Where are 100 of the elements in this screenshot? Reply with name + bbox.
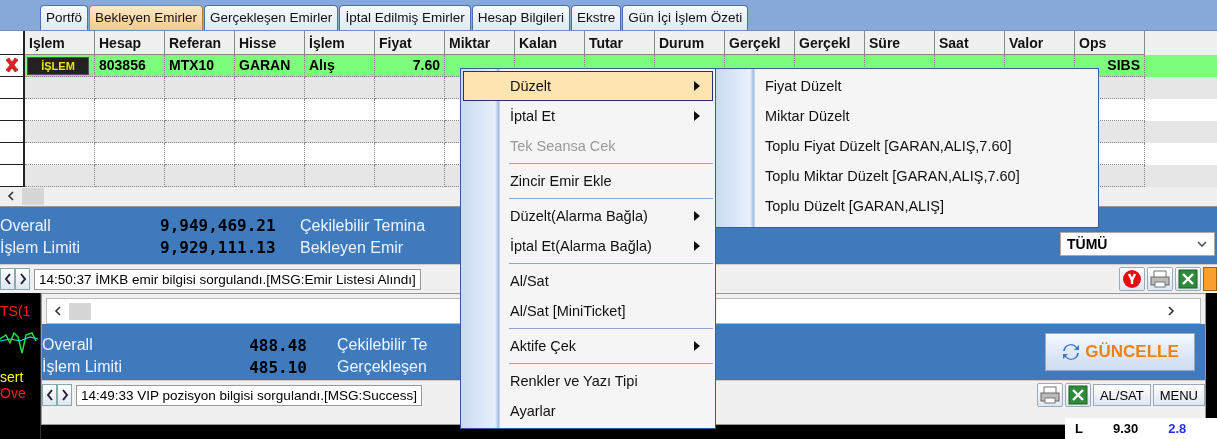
table-cell: [95, 164, 165, 187]
menu-item[interactable]: Toplu Fiyat Düzelt [GARAN,ALIŞ,7.60]: [718, 131, 1096, 161]
column-header[interactable]: Valor: [1005, 30, 1075, 55]
tab[interactable]: Gerçekleşen Emirler: [204, 4, 339, 30]
summary-label: Overall: [0, 216, 52, 235]
summary-label: İşlem Limiti: [42, 358, 123, 376]
summary-label: Çekilebilir Temina: [300, 216, 426, 235]
table-cell: [165, 164, 235, 187]
chart-label: TS(1: [0, 303, 32, 319]
scroll-left-icon[interactable]: [53, 306, 63, 316]
status-message: 14:49:33 VIP pozisyon bilgisi sorgulandı.[MSG:Success]: [76, 384, 422, 406]
toolbar-tab[interactable]: [1203, 267, 1217, 292]
table-cell: [95, 76, 165, 99]
column-header[interactable]: Durum: [655, 30, 725, 55]
table-cell: 803856: [95, 54, 165, 77]
table-cell: [305, 142, 375, 165]
menu-item[interactable]: Toplu Düzelt [GARAN,ALIŞ]: [718, 191, 1096, 221]
column-header[interactable]: Süre: [865, 30, 935, 55]
table-cell: [25, 142, 95, 165]
menu-item[interactable]: Toplu Miktar Düzelt [GARAN,ALIŞ,7.60]: [718, 161, 1096, 191]
summary-value: 488.48: [248, 335, 307, 355]
printer-icon[interactable]: [1147, 267, 1173, 292]
quote-value: 9.30: [1112, 421, 1139, 436]
table-cell: [235, 120, 305, 143]
chevron-right-icon: [18, 273, 27, 286]
menu-item[interactable]: İptal Et: [463, 101, 713, 131]
summary-label: Çekilebilir Te: [337, 336, 428, 354]
status-message: 14:50:37 İMKB emir bilgisi sorgulandı.[MSG:Emir Listesi Alındı]: [34, 268, 421, 290]
row-header: [0, 120, 25, 143]
menu-item[interactable]: Düzelt: [463, 71, 713, 101]
next-button[interactable]: [57, 384, 72, 406]
scrollbar-thumb[interactable]: [22, 187, 44, 205]
menu-item[interactable]: Ayarlar: [463, 396, 713, 426]
column-header[interactable]: Kalan: [515, 30, 585, 55]
column-header[interactable]: Fiyat: [375, 30, 445, 55]
summary-value: 485.10: [248, 357, 307, 377]
column-header[interactable]: Saat: [935, 30, 1005, 55]
table-cell: [165, 142, 235, 165]
summary-label: Gerçekleşen: [337, 358, 427, 376]
table-cell: [235, 76, 305, 99]
column-header[interactable]: Ops: [1075, 30, 1145, 55]
delete-icon[interactable]: [3, 57, 20, 74]
table-cell: [305, 164, 375, 187]
action-button[interactable]: İŞLEM: [27, 56, 89, 75]
toolbar-button[interactable]: AL/SAT: [1092, 384, 1151, 406]
quote-value: 2.8: [1168, 421, 1187, 436]
tab[interactable]: Bekleyen Emirler: [89, 4, 204, 30]
scroll-right-icon[interactable]: [1166, 306, 1176, 316]
menu-item[interactable]: Aktife Çek: [463, 331, 713, 361]
table-cell: GARAN: [235, 54, 305, 77]
summary-value: 9,929,111.13: [160, 238, 277, 258]
table-cell: 7.60: [375, 54, 445, 77]
table-cell: [95, 98, 165, 121]
table-cell: [165, 98, 235, 121]
tab[interactable]: Portfö: [40, 4, 89, 30]
chevron-left-icon: [3, 273, 12, 286]
table-cell: [25, 164, 95, 187]
tab[interactable]: Gün İçi İşlem Özeti: [622, 4, 749, 30]
next-button[interactable]: [15, 268, 30, 291]
scrollbar-thumb[interactable]: [69, 302, 91, 320]
column-header[interactable]: Gerçekl: [795, 30, 865, 55]
chart-label: sert: [0, 369, 25, 385]
column-header[interactable]: Miktar: [445, 30, 515, 55]
table-cell: Alış: [305, 54, 375, 77]
column-header[interactable]: Hesap: [95, 30, 165, 55]
tab[interactable]: Ekstre: [570, 4, 622, 30]
table-cell: [165, 120, 235, 143]
quote-label: L: [1075, 421, 1083, 436]
table-cell: [25, 98, 95, 121]
table-cell: [25, 120, 95, 143]
column-header[interactable]: İşlem: [305, 30, 375, 55]
column-header[interactable]: Gerçekl: [725, 30, 795, 55]
table-cell: MTX10: [165, 54, 235, 77]
menu-item[interactable]: Al/Sat [MiniTicket]: [463, 296, 713, 326]
summary-label: İşlem Limiti: [0, 238, 81, 257]
column-header[interactable]: Hisse: [235, 30, 305, 55]
chevron-left-icon: [45, 389, 54, 401]
menu-item[interactable]: Miktar Düzelt: [718, 101, 1096, 131]
summary-label: Bekleyen Emir: [300, 238, 404, 257]
menu-item[interactable]: Düzelt(Alarma Bağla): [463, 201, 713, 231]
column-header[interactable]: Referan: [165, 30, 235, 55]
previous-button[interactable]: [0, 268, 15, 291]
toolbar-button[interactable]: MENU: [1152, 384, 1205, 406]
column-header[interactable]: Işlem: [25, 30, 95, 55]
spreadsheet-icon[interactable]: [1175, 267, 1201, 292]
table-cell: [305, 98, 375, 121]
table-cell: [95, 142, 165, 165]
menu-item[interactable]: Al/Sat: [463, 266, 713, 296]
menu-item[interactable]: İptal Et(Alarma Bağla): [463, 231, 713, 261]
filter-dropdown[interactable]: TÜMÜ: [1060, 231, 1215, 256]
printer-icon[interactable]: [1036, 383, 1063, 407]
chart-label: Ove: [0, 385, 27, 401]
column-header[interactable]: Tutar: [585, 30, 655, 55]
scroll-left-icon[interactable]: [6, 191, 16, 202]
tab[interactable]: Hesap Bilgileri: [471, 4, 570, 30]
menu-item[interactable]: Zincir Emir Ekle: [463, 166, 713, 196]
previous-button[interactable]: [42, 384, 57, 406]
menu-item[interactable]: Renkler ve Yazı Tipi: [463, 366, 713, 396]
tab[interactable]: İptal Edilmiş Emirler: [339, 4, 471, 30]
spreadsheet-icon[interactable]: [1064, 383, 1091, 407]
